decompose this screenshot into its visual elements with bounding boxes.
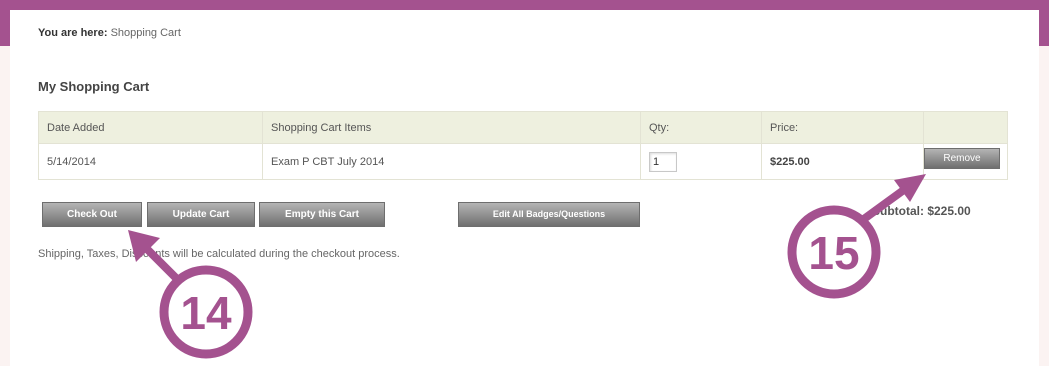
breadcrumb-prefix: You are here:: [38, 27, 108, 39]
remove-button[interactable]: Remove: [924, 148, 1000, 169]
cell-item-name: Exam P CBT July 2014: [262, 143, 641, 180]
subtotal: Subtotal: $225.00: [872, 204, 971, 218]
checkout-button[interactable]: Check Out: [42, 202, 142, 227]
cell-date-added: 5/14/2014: [38, 143, 263, 180]
breadcrumb: You are here: Shopping Cart: [38, 27, 181, 39]
column-header-actions: [923, 111, 1008, 144]
column-header-price: Price:: [761, 111, 924, 144]
page-title: My Shopping Cart: [38, 79, 150, 94]
column-header-items: Shopping Cart Items: [262, 111, 641, 144]
breadcrumb-current[interactable]: Shopping Cart: [111, 27, 181, 39]
table-header-row: Date Added Shopping Cart Items Qty: Pric…: [38, 111, 1008, 144]
column-header-qty: Qty:: [640, 111, 762, 144]
empty-cart-button[interactable]: Empty this Cart: [259, 202, 385, 227]
checkout-note: Shipping, Taxes, Discounts will be calcu…: [38, 248, 400, 260]
table-row: 5/14/2014 Exam P CBT July 2014 $225.00: [38, 143, 1008, 180]
cart-table: Date Added Shopping Cart Items Qty: Pric…: [38, 111, 1008, 180]
update-cart-button[interactable]: Update Cart: [147, 202, 255, 227]
cell-qty: [640, 143, 762, 180]
top-frame-bar: [0, 0, 1049, 10]
edit-all-badges-button[interactable]: Edit All Badges/Questions: [458, 202, 640, 227]
column-header-date: Date Added: [38, 111, 263, 144]
price-value: $225.00: [770, 155, 810, 168]
right-frame-edge: [1039, 10, 1049, 46]
content-panel: [10, 10, 1039, 366]
left-frame-edge: [0, 10, 10, 46]
cell-price: $225.00: [761, 143, 924, 180]
qty-input[interactable]: [649, 151, 677, 172]
